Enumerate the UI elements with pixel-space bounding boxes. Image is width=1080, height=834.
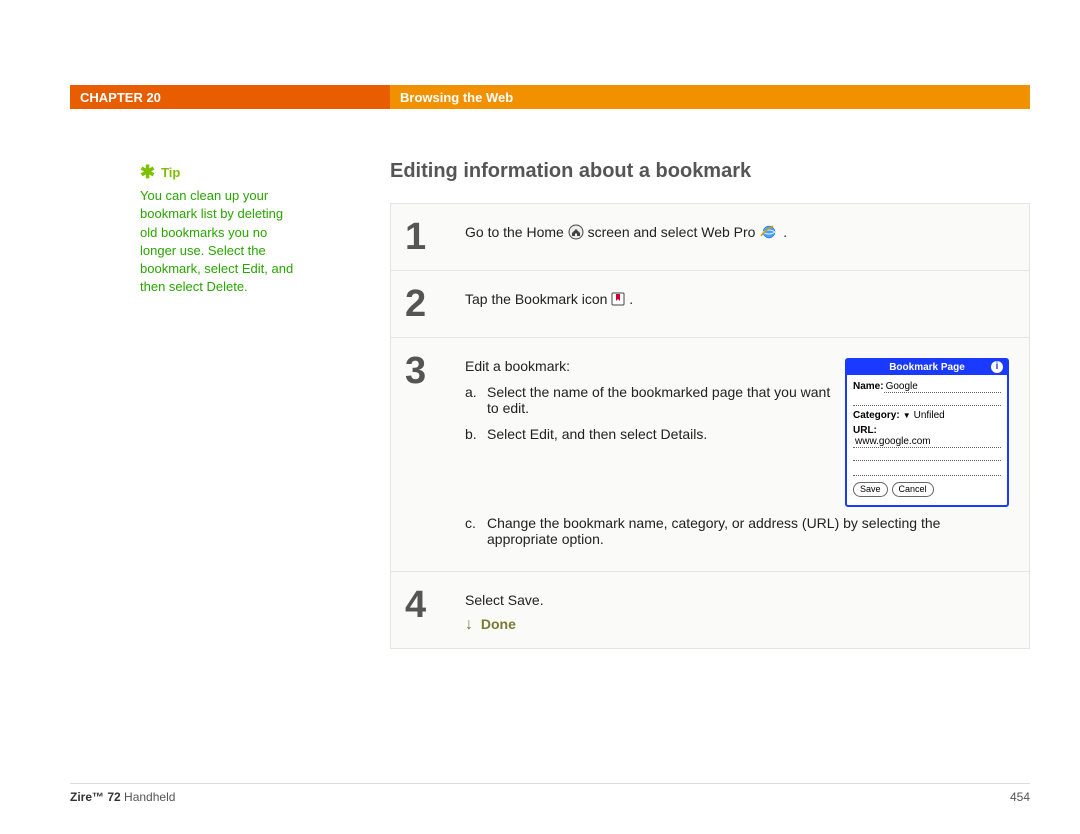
step-body: Bookmark Page i Name: Google Cat xyxy=(465,350,1009,557)
step-1: 1 Go to the Home screen and select Web P… xyxy=(391,204,1029,270)
step3-c: Change the bookmark name, category, or a… xyxy=(487,515,1009,547)
device-category-label: Category: xyxy=(853,410,900,421)
page-title: Editing information about a bookmark xyxy=(390,160,1030,183)
section-label: Browsing the Web xyxy=(390,85,1030,109)
webpro-icon xyxy=(759,224,779,243)
page-number: 454 xyxy=(1010,790,1030,804)
chapter-label: CHAPTER 20 xyxy=(70,85,390,109)
info-icon: i xyxy=(991,361,1003,373)
list-marker: b. xyxy=(465,426,487,442)
device-name-field[interactable]: Google xyxy=(884,381,1001,393)
step3-b: Select Edit, and then select Details. xyxy=(487,426,707,442)
device-name-label: Name: xyxy=(853,381,884,392)
asterisk-icon: ✱ xyxy=(140,160,155,185)
device-category-value[interactable]: Unfiled xyxy=(914,410,945,421)
step-2: 2 Tap the Bookmark icon . xyxy=(391,270,1029,337)
device-cancel-button[interactable]: Cancel xyxy=(892,482,934,497)
tip-column: ✱ Tip You can clean up your bookmark lis… xyxy=(140,160,300,296)
step-number: 3 xyxy=(405,350,465,557)
device-url-label: URL: xyxy=(853,425,877,436)
device-title-text: Bookmark Page xyxy=(889,362,965,373)
dropdown-icon[interactable]: ▼ xyxy=(903,411,911,420)
device-screenshot: Bookmark Page i Name: Google Cat xyxy=(845,358,1009,507)
device-url-field[interactable]: www.google.com xyxy=(853,436,1001,448)
step-4: 4 Select Save. ↓ Done xyxy=(391,571,1029,648)
step-number: 2 xyxy=(405,283,465,323)
home-icon xyxy=(568,224,584,243)
step2-text-pre: Tap the Bookmark icon xyxy=(465,291,611,307)
done-row: ↓ Done xyxy=(465,616,1009,634)
done-label: Done xyxy=(481,616,516,632)
list-marker: a. xyxy=(465,384,487,416)
product-name: Zire™ 72 Handheld xyxy=(70,790,175,804)
step-number: 4 xyxy=(405,584,465,634)
tip-body: You can clean up your bookmark list by d… xyxy=(140,187,300,296)
step2-text-post: . xyxy=(629,291,633,307)
header-band: CHAPTER 20 Browsing the Web xyxy=(70,85,1030,109)
steps-box: 1 Go to the Home screen and select Web P… xyxy=(390,203,1030,649)
main-column: Editing information about a bookmark 1 G… xyxy=(390,160,1030,649)
device-titlebar: Bookmark Page i xyxy=(847,360,1007,375)
step-number: 1 xyxy=(405,216,465,256)
step-3: 3 Bookmark Page i Name: Google xyxy=(391,337,1029,571)
tip-label: Tip xyxy=(161,164,180,182)
step1-text-pre: Go to the Home xyxy=(465,224,568,240)
device-save-button[interactable]: Save xyxy=(853,482,888,497)
step-body: Tap the Bookmark icon . xyxy=(465,283,1009,323)
step1-text-mid: screen and select Web Pro xyxy=(588,224,760,240)
step1-text-post: . xyxy=(783,224,787,240)
bookmark-icon xyxy=(611,292,625,309)
step3-a: Select the name of the bookmarked page t… xyxy=(487,384,833,416)
footer: Zire™ 72 Handheld 454 xyxy=(70,783,1030,804)
list-marker: c. xyxy=(465,515,487,547)
tip-heading: ✱ Tip xyxy=(140,160,300,185)
step-body: Select Save. ↓ Done xyxy=(465,584,1009,634)
step-body: Go to the Home screen and select Web Pro xyxy=(465,216,1009,256)
done-arrow-icon: ↓ xyxy=(465,616,473,633)
product-bold: Zire™ 72 xyxy=(70,790,121,804)
step4-text: Select Save. xyxy=(465,592,1009,608)
product-rest: Handheld xyxy=(121,790,176,804)
